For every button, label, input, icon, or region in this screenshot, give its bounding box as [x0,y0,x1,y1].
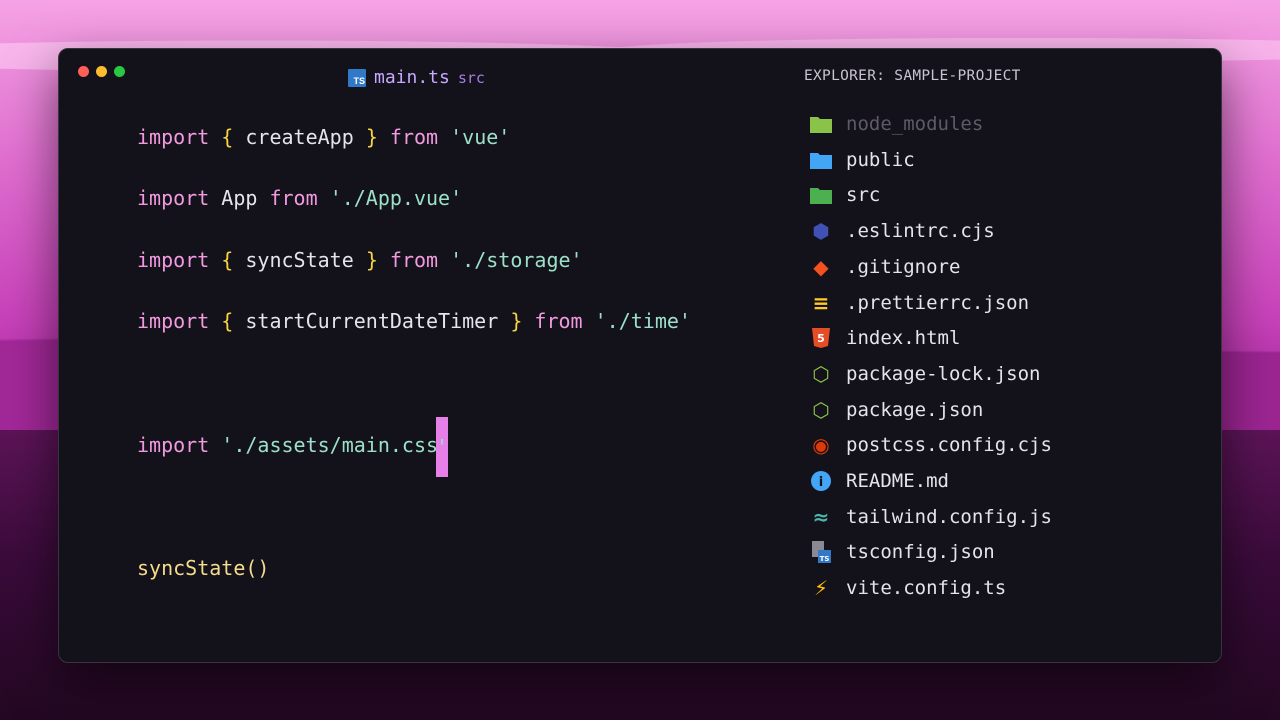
code-line-2[interactable]: import App from './App.vue' [137,186,462,210]
editor-tab-main-ts[interactable]: TS main.ts src [348,67,485,88]
maximize-button[interactable] [114,66,125,77]
explorer-item-label: postcss.config.cjs [846,434,1052,457]
explorer-item[interactable]: ⬡ package-lock.json [809,361,1040,387]
explorer-item[interactable]: ⬡ package.json [809,397,983,423]
code-line-3[interactable]: import { syncState } from './storage' [137,248,583,272]
nodejs-icon: ⬡ [812,397,830,422]
explorer-item-label: tsconfig.json [846,541,995,564]
explorer-item[interactable]: ≡ .prettierrc.json [809,290,1029,316]
postcss-icon: ◉ [812,433,830,458]
explorer-item[interactable]: ⚡ vite.config.ts [809,575,1006,601]
editor-window: TS main.ts src EXPLORER: SAMPLE-PROJECT … [58,48,1222,663]
tab-filename: main.ts [374,67,450,88]
code-line-5[interactable]: import './assets/main.css ' [137,416,448,477]
explorer-item[interactable]: src [809,182,880,208]
explorer-item-label: tailwind.config.js [846,505,1052,528]
typescript-file-icon: TS [348,68,366,87]
explorer-item[interactable]: ⬢ .eslintrc.cjs [809,218,995,244]
close-button[interactable] [78,66,89,77]
git-icon: ◆ [813,254,829,279]
text-cursor: ' [436,416,448,477]
tab-directory: src [457,68,485,87]
code-line-4[interactable]: import { startCurrentDateTimer } from '.… [137,309,691,333]
explorer-title: EXPLORER: SAMPLE-PROJECT [804,68,1021,84]
explorer-item[interactable]: 5 index.html [809,325,960,351]
explorer-item-label: index.html [846,327,961,350]
minimize-button[interactable] [96,66,107,77]
html-icon: 5 [809,326,833,350]
info-icon: i [809,469,833,493]
code-line-6[interactable]: syncState() [137,556,269,580]
svg-text:TS: TS [820,555,830,563]
explorer-item[interactable]: ◆ .gitignore [809,254,960,280]
tailwind-icon: ≈ [812,504,830,529]
explorer-item-label: package-lock.json [846,362,1041,385]
window-controls [78,66,125,77]
explorer-item-label: README.md [846,470,949,492]
svg-text:5: 5 [817,332,825,345]
explorer-item-label: src [846,184,881,207]
eslint-icon: ⬢ [812,219,830,244]
folder-node-icon [809,112,833,136]
explorer-item-label: public [846,148,915,171]
vite-icon: ⚡ [813,576,829,601]
explorer-item-label: package.json [846,398,984,421]
explorer-item-label: .prettierrc.json [846,291,1030,314]
code-line-1[interactable]: import { createApp } from 'vue' [137,125,510,149]
folder-src-icon [809,183,833,207]
svg-text:i: i [819,475,823,490]
nodejs-icon: ⬡ [812,361,830,386]
explorer-item[interactable]: public [809,147,915,173]
explorer-item-label: node_modules [846,113,984,135]
explorer-item[interactable]: node_modules [809,111,983,137]
explorer-item-label: vite.config.ts [846,577,1007,600]
explorer-item[interactable]: TS tsconfig.json [809,539,995,565]
explorer-item[interactable]: ◉ postcss.config.cjs [809,432,1052,458]
explorer-item[interactable]: ≈ tailwind.config.js [809,504,1052,530]
explorer-item-label: .gitignore [846,255,961,278]
tsconfig-icon: TS [809,540,833,564]
explorer-item[interactable]: i README.md [809,468,949,494]
explorer-item-label: .eslintrc.cjs [846,220,995,243]
folder-public-icon [809,148,833,172]
prettier-icon: ≡ [812,290,830,315]
